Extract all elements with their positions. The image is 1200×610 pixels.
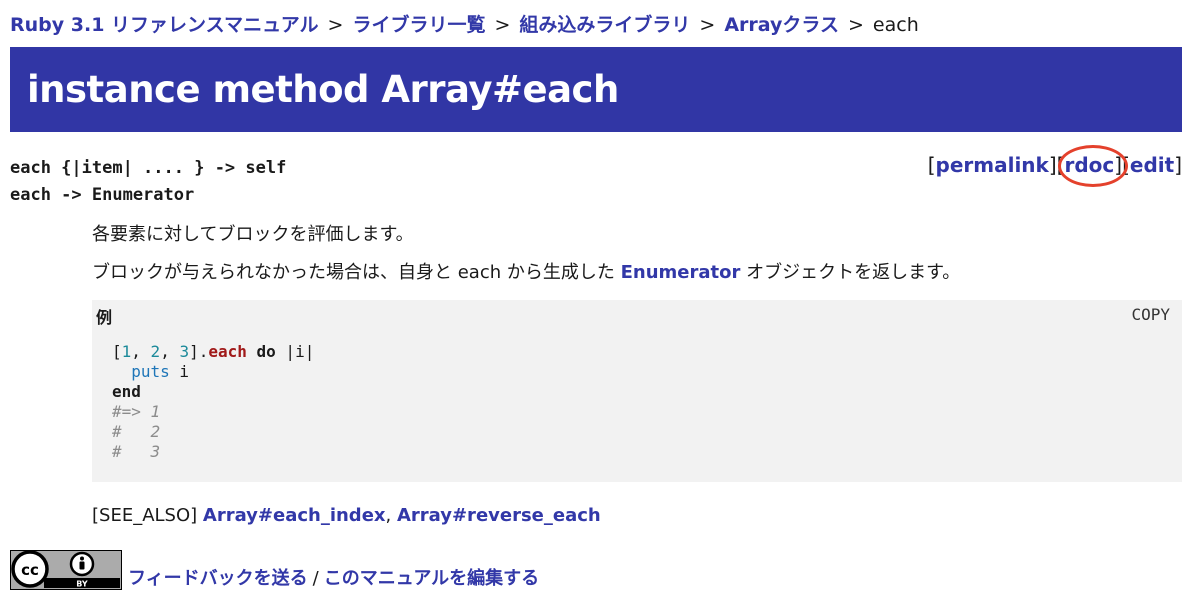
footer-links: フィードバックを送る / このマニュアルを編集する <box>128 564 539 590</box>
code-number: 3 <box>179 342 190 361</box>
highlight-circle <box>1058 145 1129 187</box>
signature-block-form: each {|item| .... } -> self <box>10 158 287 178</box>
code-comment: # 3 <box>112 442 161 461</box>
breadcrumb-builtin-link[interactable]: 組み込みライブラリ <box>519 14 690 36</box>
breadcrumb-separator: > <box>699 14 716 36</box>
method-links: [permalink][rdoc][edit] <box>927 145 1182 187</box>
code-token: |i| <box>275 342 315 361</box>
page-title: instance method Array#each <box>27 68 619 111</box>
example-code-block: 例 COPY [1, 2, 3].each do |i| puts i end … <box>92 300 1182 482</box>
code-token: ]. <box>189 342 209 361</box>
code-number: 1 <box>121 342 132 361</box>
code-content: [1, 2, 3].each do |i| puts i end #=> 1 #… <box>112 342 314 462</box>
code-comment: #=> 1 <box>112 402 161 421</box>
description-line-1: 各要素に対してブロックを評価します。 <box>92 224 414 245</box>
svg-text:cc: cc <box>21 561 39 579</box>
footer-separator: / <box>312 568 319 589</box>
breadcrumb-separator: > <box>494 14 511 36</box>
enumerator-link[interactable]: Enumerator <box>621 262 741 283</box>
description-line-2: ブロックが与えられなかった場合は、自身と each から生成した Enumera… <box>92 258 960 284</box>
see-also-comma: , <box>385 505 397 526</box>
breadcrumb-separator: > <box>327 14 344 36</box>
bracket-close: ] <box>1174 153 1182 177</box>
example-caption: 例 <box>96 308 113 327</box>
breadcrumb-library-list-link[interactable]: ライブラリ一覧 <box>352 14 485 36</box>
bracket-open: [ <box>927 153 936 177</box>
creative-commons-badge-icon[interactable]: cc BY <box>10 550 122 590</box>
breadcrumb-current: each <box>872 14 919 36</box>
description-text: オブジェクトを返します。 <box>740 262 961 283</box>
code-keyword: end <box>112 382 141 401</box>
edit-link[interactable]: edit <box>1130 153 1174 177</box>
code-token: [ <box>112 342 122 361</box>
breadcrumb-root-link[interactable]: Ruby 3.1 リファレンスマニュアル <box>10 14 319 36</box>
copy-button[interactable]: COPY <box>1131 305 1170 324</box>
breadcrumb-class-link[interactable]: Arrayクラス <box>724 14 839 36</box>
breadcrumb-separator: > <box>848 14 864 36</box>
see-also-label: [SEE_ALSO] <box>92 505 198 526</box>
code-keyword: do <box>246 342 276 361</box>
page-title-bar: instance method Array#each <box>10 47 1182 132</box>
see-also: [SEE_ALSO] Array#each_index, Array#rever… <box>92 505 601 526</box>
method-signatures: each {|item| .... } -> self each -> Enum… <box>10 155 286 209</box>
signature-enumerator-form: each -> Enumerator <box>10 185 195 205</box>
breadcrumb: Ruby 3.1 リファレンスマニュアル > ライブラリ一覧 > 組み込みライブラリ > A… <box>10 10 919 37</box>
edit-manual-link[interactable]: このマニュアルを編集する <box>324 568 539 589</box>
code-token: i <box>169 362 190 381</box>
code-token: , <box>160 342 180 361</box>
code-comment: # 2 <box>112 422 161 441</box>
see-also-each-index-link[interactable]: Array#each_index <box>203 505 386 526</box>
description-text: ブロックが与えられなかった場合は、自身と each から生成した <box>92 262 621 283</box>
badge-by-label: BY <box>76 580 88 589</box>
feedback-link[interactable]: フィードバックを送る <box>128 568 308 589</box>
bracket-close: ] <box>1048 153 1057 177</box>
permalink-link[interactable]: permalink <box>936 153 1049 177</box>
code-number: 2 <box>150 342 161 361</box>
footer: cc BY フィードバックを送る / このマニュアルを編集する <box>10 550 539 590</box>
code-token: , <box>131 342 151 361</box>
see-also-reverse-each-link[interactable]: Array#reverse_each <box>397 505 601 526</box>
code-call: puts <box>131 362 170 381</box>
rdoc-link-wrapper: rdoc <box>1058 145 1129 187</box>
code-method: each <box>208 342 247 361</box>
